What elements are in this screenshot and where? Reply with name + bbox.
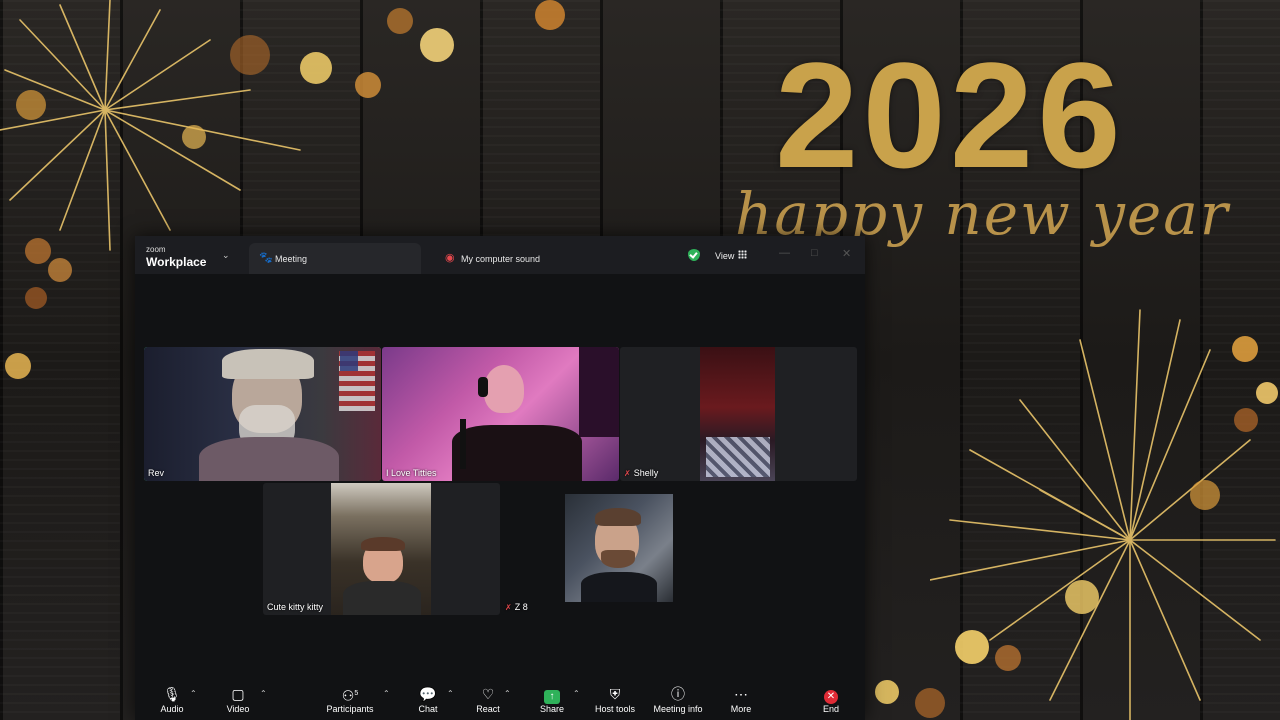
video-options-caret-icon[interactable]: ⌃	[260, 689, 267, 698]
video-tile-z8[interactable]: ✗ Z 8	[501, 483, 738, 615]
participant-name-text: Z 8	[514, 602, 528, 612]
video-tile-rev[interactable]: Rev	[144, 347, 381, 481]
host-tools-label: Host tools	[594, 704, 636, 714]
grid-icon	[738, 250, 747, 259]
video-label: Video	[226, 704, 250, 714]
react-label: React	[476, 704, 500, 714]
share-label: Share	[539, 704, 565, 714]
shield-icon: ⛨	[609, 686, 621, 702]
participant-name: ✗ Shelly	[624, 468, 658, 478]
tab-computer-sound[interactable]: ◉ My computer sound	[435, 243, 595, 274]
participant-count: 5	[354, 690, 359, 697]
participant-video	[144, 347, 381, 481]
audio-options-caret-icon[interactable]: ⌃	[190, 689, 197, 698]
tab-computer-sound-label: My computer sound	[461, 254, 541, 264]
react-button[interactable]: ♡ React	[473, 685, 503, 714]
brand-small-text: zoom	[146, 245, 166, 254]
muted-mic-icon: ✗	[505, 603, 512, 612]
security-shield-icon[interactable]	[688, 249, 700, 261]
maximize-icon[interactable]: □	[811, 247, 818, 259]
more-label: More	[730, 704, 752, 714]
more-icon: ⋯	[734, 686, 748, 702]
participant-name: I Love Titties	[386, 468, 437, 478]
audio-label: Audio	[160, 704, 184, 714]
chat-label: Chat	[418, 704, 438, 714]
participant-video	[331, 483, 431, 615]
end-label: End	[822, 704, 839, 714]
minimize-icon[interactable]: —	[779, 247, 790, 259]
brand-name: Workplace	[146, 255, 207, 269]
brand-menu[interactable]: zoom Workplace	[146, 245, 207, 269]
video-tile-shelly[interactable]: ✗ Shelly	[620, 347, 857, 481]
audio-button[interactable]: 🎙 Audio	[157, 685, 187, 714]
end-call-icon: ✕	[824, 690, 838, 704]
share-screen-icon: ↑	[544, 690, 560, 704]
participant-name: Cute kitty kitty	[267, 602, 324, 612]
video-tile-i-love-titties[interactable]: I Love Titties	[382, 347, 619, 481]
participant-video	[382, 347, 619, 481]
share-button[interactable]: ↑ Share	[536, 685, 568, 714]
title-bar: zoom Workplace ⌄ 🐾 Meeting ◉ My computer…	[135, 236, 865, 274]
participants-label: Participants	[326, 704, 374, 714]
audio-share-icon: ◉	[445, 252, 455, 264]
year-text: 2026	[775, 31, 1125, 199]
meeting-info-button[interactable]: ⓘ Meeting info	[650, 685, 706, 714]
meeting-info-label: Meeting info	[653, 704, 703, 714]
react-options-caret-icon[interactable]: ⌃	[504, 689, 511, 698]
chat-options-caret-icon[interactable]: ⌃	[447, 689, 454, 698]
host-tools-button[interactable]: ⛨ Host tools	[593, 685, 637, 714]
view-button[interactable]: View	[708, 248, 754, 264]
participant-name-text: Shelly	[633, 468, 659, 478]
participant-video	[700, 347, 775, 481]
video-tile-cute-kitty-kitty[interactable]: Cute kitty kitty	[263, 483, 500, 615]
more-button[interactable]: ⋯ More	[726, 685, 756, 714]
participants-button[interactable]: ⚇5 Participants	[321, 685, 379, 714]
muted-mic-icon: ✗	[624, 469, 631, 478]
firework-top-left	[0, 0, 301, 251]
participants-icon: ⚇5	[341, 687, 359, 704]
participants-options-caret-icon[interactable]: ⌃	[383, 689, 390, 698]
zoom-meeting-window: zoom Workplace ⌄ 🐾 Meeting ◉ My computer…	[135, 236, 865, 720]
info-icon: ⓘ	[671, 686, 685, 702]
tab-meeting-label: Meeting	[275, 254, 308, 264]
paw-icon: 🐾	[259, 252, 273, 264]
chat-icon: 💬	[419, 686, 437, 702]
microphone-icon: 🎙	[163, 686, 181, 702]
view-label: View	[715, 251, 735, 261]
chat-button[interactable]: 💬 Chat	[413, 685, 443, 714]
video-button[interactable]: ▢ Video	[223, 685, 253, 714]
meeting-toolbar: 🎙 Audio ⌃ ▢ Video ⌃ ⚇5 Participants ⌃ 💬 …	[135, 681, 865, 720]
video-camera-icon: ▢	[231, 686, 245, 702]
chevron-down-icon[interactable]: ⌄	[222, 250, 230, 261]
heart-icon: ♡	[481, 686, 495, 702]
end-button[interactable]: ✕ End	[816, 685, 846, 714]
close-icon[interactable]: ✕	[842, 247, 851, 260]
participant-name: Rev	[148, 468, 165, 478]
participant-name: ✗ Z 8	[505, 602, 528, 612]
tab-meeting[interactable]: 🐾 Meeting	[249, 243, 421, 274]
share-options-caret-icon[interactable]: ⌃	[573, 689, 580, 698]
participant-video	[565, 494, 673, 602]
